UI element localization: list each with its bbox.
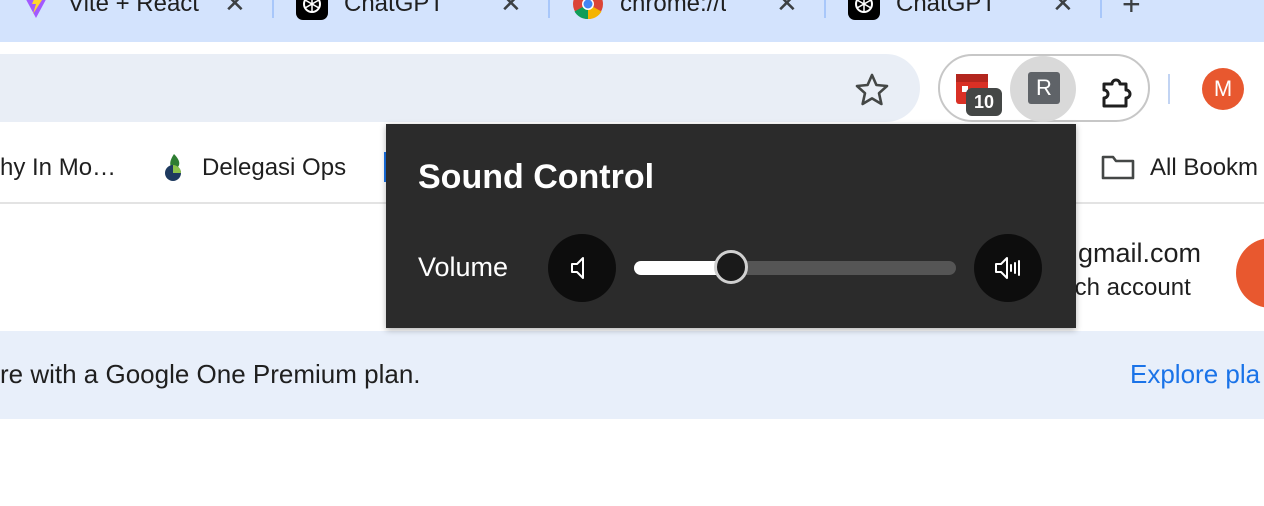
tab-divider (1100, 0, 1102, 18)
volume-low-icon (571, 257, 584, 279)
extensions-puzzle-icon[interactable] (1098, 72, 1136, 110)
bookmark-item[interactable]: hy In Mo… (0, 154, 116, 182)
tab-close-icon[interactable]: ✕ (776, 0, 798, 16)
tab-divider (824, 0, 826, 18)
bookmark-item[interactable]: Delegasi Ops (202, 154, 346, 182)
leaf-favicon-icon (165, 154, 181, 181)
banner-text: re with a Google One Premium plan. (0, 359, 421, 389)
tab-close-icon[interactable]: ✕ (500, 0, 522, 16)
popup-title: Sound Control (418, 158, 655, 196)
bookmark-star-icon[interactable] (852, 70, 892, 110)
volume-high-icon (995, 257, 1020, 279)
tab-divider (548, 0, 550, 18)
volume-slider[interactable] (634, 261, 956, 275)
browser-window: Vite + React ✕ ChatGPT ✕ chrome://t ✕ Ch… (0, 0, 1264, 506)
volume-down-button[interactable] (548, 234, 616, 302)
tab-close-icon[interactable]: ✕ (1052, 0, 1074, 16)
vite-icon (26, 0, 46, 18)
folder-icon (1101, 155, 1135, 180)
tab-title: Vite + React (68, 0, 199, 17)
chatgpt-icon (848, 0, 880, 20)
r-extension-icon: R (1028, 72, 1060, 104)
google-one-banner: re with a Google One Premium plan. Explo… (0, 331, 1264, 419)
profile-avatar[interactable]: M (1202, 68, 1244, 110)
chrome-icon (573, 0, 603, 20)
volume-slider-thumb[interactable] (714, 250, 748, 284)
volume-up-button[interactable] (974, 234, 1042, 302)
sound-control-popup: Sound Control Volume (386, 124, 1076, 328)
tab-title: chrome://tabs (620, 0, 726, 17)
chatgpt-icon (296, 0, 328, 20)
tab-close-icon[interactable]: ✕ (224, 0, 246, 16)
address-bar[interactable] (0, 54, 920, 122)
volume-label: Volume (418, 252, 509, 282)
tab-strip: Vite + React ✕ ChatGPT ✕ chrome://t ✕ Ch… (0, 0, 1264, 42)
tab-title: ChatGPT (896, 0, 997, 17)
new-tab-button[interactable]: + (1122, 0, 1141, 20)
all-bookmarks-button[interactable]: All Bookm (1150, 154, 1258, 182)
explore-plans-link[interactable]: Explore pla (1130, 359, 1260, 390)
account-avatar[interactable] (1236, 238, 1264, 308)
toolbar-divider (1168, 74, 1170, 104)
switch-account-link[interactable]: tch account (1068, 274, 1191, 302)
tab-divider (272, 0, 274, 18)
extension-badge: 10 (966, 88, 1002, 116)
tab-title: ChatGPT (344, 0, 445, 17)
toolbar: 10 R M (0, 42, 1264, 126)
account-email: gmail.com (1078, 238, 1202, 268)
